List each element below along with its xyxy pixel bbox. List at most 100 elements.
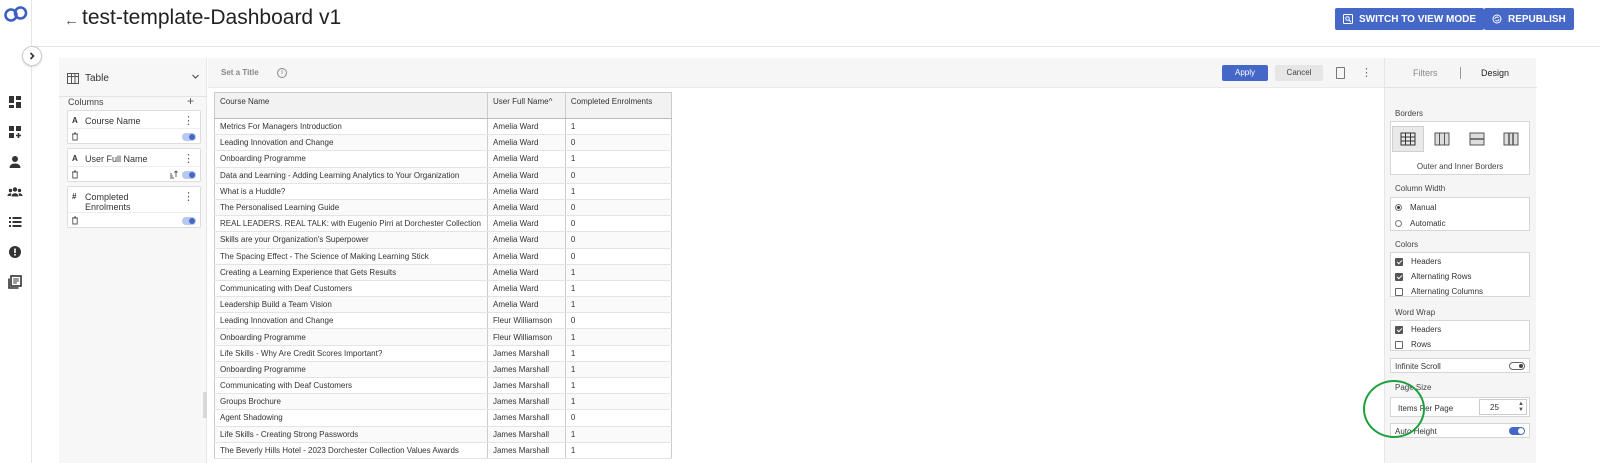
user-icon[interactable] xyxy=(7,154,23,170)
column-width-automatic[interactable]: Automatic xyxy=(1395,219,1446,228)
word-wrap-options: Headers Rows xyxy=(1390,320,1530,351)
option-label: Rows xyxy=(1411,340,1432,349)
visualization-type-select[interactable]: Table xyxy=(67,66,200,90)
republish-button[interactable]: REPUBLISH xyxy=(1484,8,1574,30)
library-icon[interactable] xyxy=(7,274,23,290)
option-label: Headers xyxy=(1411,257,1442,266)
trash-icon[interactable] xyxy=(71,216,79,225)
tab-filters[interactable]: Filters xyxy=(1413,68,1438,78)
users-group-icon[interactable] xyxy=(7,184,23,200)
column-card-completed-enrolments[interactable]: # Completed Enrolments ⋮ xyxy=(67,186,201,228)
list-icon[interactable] xyxy=(7,214,23,230)
sort-indicator-icon: ^ xyxy=(548,97,553,106)
column-borders-option[interactable] xyxy=(1495,126,1527,152)
option-label: Alternating Columns xyxy=(1411,287,1484,296)
outer-inner-borders-option[interactable] xyxy=(1392,126,1424,152)
cell-course-name: Data and Learning - Adding Learning Anal… xyxy=(214,167,488,184)
colors-alternating-columns[interactable]: Alternating Columns xyxy=(1395,287,1483,296)
kebab-menu-icon[interactable]: ⋮ xyxy=(183,152,194,165)
column-visibility-toggle[interactable] xyxy=(182,171,196,179)
back-arrow-icon[interactable]: ← xyxy=(64,12,79,29)
cancel-button[interactable]: Cancel xyxy=(1275,65,1323,81)
table-row: Leading Innovation and Change Amelia Ward… xyxy=(214,134,673,152)
column-width-manual[interactable]: Manual xyxy=(1395,203,1436,212)
column-header-label: User Full Name xyxy=(492,97,549,106)
tab-separator xyxy=(1460,67,1461,79)
colors-alternating-rows[interactable]: Alternating Rows xyxy=(1395,272,1471,281)
add-dashboard-icon[interactable] xyxy=(7,124,23,140)
cell-user-full-name: Amelia Ward xyxy=(487,199,566,217)
colors-headers[interactable]: Headers xyxy=(1395,257,1441,266)
column-card-actions xyxy=(68,128,200,144)
cell-course-name: Groups Brochure xyxy=(214,393,488,411)
table-row: Onboarding Programme James Marshall 1 xyxy=(214,361,673,379)
table-row: Onboarding Programme Fleur Williamson 1 xyxy=(214,328,673,346)
apply-button[interactable]: Apply xyxy=(1222,65,1268,81)
items-per-page-input[interactable]: 25 ▲ ▼ xyxy=(1479,399,1527,415)
add-column-icon[interactable]: + xyxy=(187,94,194,108)
infinite-scroll-toggle[interactable] xyxy=(1509,362,1525,370)
colors-label: Colors xyxy=(1395,240,1419,249)
column-card-user-full-name[interactable]: A User Full Name ⋮ xyxy=(67,148,201,182)
column-card-course-name[interactable]: A Course Name ⋮ xyxy=(67,110,201,144)
cell-user-full-name: Fleur Williamson xyxy=(487,328,566,346)
cell-completed-enrolments: 1 xyxy=(565,118,673,136)
vertical-borders-option[interactable] xyxy=(1426,126,1458,152)
infinite-scroll-row: Infinite Scroll xyxy=(1390,358,1530,373)
trash-icon[interactable] xyxy=(71,132,79,141)
export-icon[interactable] xyxy=(1336,67,1345,79)
view-mode-icon xyxy=(1343,14,1353,24)
cell-user-full-name: Amelia Ward xyxy=(487,248,566,265)
sort-ascending-icon[interactable] xyxy=(169,170,178,179)
column-name: User Full Name xyxy=(85,154,148,164)
column-name: Completed Enrolments xyxy=(85,192,131,212)
tab-design[interactable]: Design xyxy=(1481,68,1509,78)
cell-course-name: Communicating with Deaf Customers xyxy=(214,377,488,395)
cell-completed-enrolments: 1 xyxy=(565,296,673,314)
table-row: Communicating with Deaf Customers Amelia … xyxy=(214,280,673,298)
radio-icon xyxy=(1395,220,1402,227)
info-icon[interactable]: i xyxy=(277,68,287,78)
column-header-course-name[interactable]: Course Name xyxy=(214,92,488,119)
expand-sidebar-button[interactable] xyxy=(22,46,42,66)
word-wrap-rows[interactable]: Rows xyxy=(1395,340,1431,349)
colors-options: Headers Alternating Rows Alternating Col… xyxy=(1390,252,1530,297)
cell-user-full-name: James Marshall xyxy=(487,377,566,395)
cell-user-full-name: James Marshall xyxy=(487,409,566,427)
page-header: ← test-template-Dashboard v1 SWITCH TO V… xyxy=(32,0,1600,47)
alert-icon[interactable] xyxy=(7,244,23,260)
auto-height-toggle[interactable] xyxy=(1509,427,1525,435)
chart-title-input[interactable]: Set a Title xyxy=(221,68,259,77)
cell-course-name: Onboarding Programme xyxy=(214,361,488,379)
column-visibility-toggle[interactable] xyxy=(182,133,196,141)
table-header-row: Course Name User Full Name^ Completed En… xyxy=(214,92,673,119)
switch-to-view-mode-button[interactable]: SWITCH TO VIEW MODE xyxy=(1335,8,1485,30)
cell-course-name: Onboarding Programme xyxy=(214,328,488,346)
table-row: What is a Huddle? Amelia Ward 1 xyxy=(214,183,673,200)
column-visibility-toggle[interactable] xyxy=(182,217,196,225)
word-wrap-headers[interactable]: Headers xyxy=(1395,325,1441,334)
horizontal-borders-option[interactable] xyxy=(1461,126,1493,152)
checkbox-icon xyxy=(1395,340,1403,349)
cell-user-full-name: James Marshall xyxy=(487,426,566,443)
canvas-toolbar: Set a Title i Apply Cancel ⋮ xyxy=(208,58,1384,88)
dashboard-icon[interactable] xyxy=(7,94,23,110)
left-nav-rail xyxy=(0,0,32,463)
more-options-icon[interactable]: ⋮ xyxy=(1361,66,1372,79)
cell-completed-enrolments: 0 xyxy=(565,231,673,249)
cell-course-name: The Spacing Effect - The Science of Maki… xyxy=(214,248,488,265)
column-header-completed-enrolments[interactable]: Completed Enrolments xyxy=(565,92,673,119)
column-borders-icon xyxy=(1503,132,1519,146)
items-per-page-label: Items Per Page xyxy=(1398,404,1454,413)
column-header-user-full-name[interactable]: User Full Name^ xyxy=(487,92,566,119)
stepper-arrows-icon[interactable]: ▲ ▼ xyxy=(1518,401,1524,413)
cell-course-name: Skills are your Organization's Superpowe… xyxy=(214,231,488,249)
cell-course-name: Leading Innovation and Change xyxy=(214,312,488,330)
trash-icon[interactable] xyxy=(71,170,79,179)
table-body: Metrics For Managers Introduction Amelia … xyxy=(214,118,673,459)
kebab-menu-icon[interactable]: ⋮ xyxy=(183,190,194,203)
panel-resize-handle[interactable] xyxy=(203,392,207,418)
kebab-menu-icon[interactable]: ⋮ xyxy=(183,114,194,127)
app-logo[interactable] xyxy=(4,5,28,23)
cell-completed-enrolments: 0 xyxy=(565,199,673,217)
